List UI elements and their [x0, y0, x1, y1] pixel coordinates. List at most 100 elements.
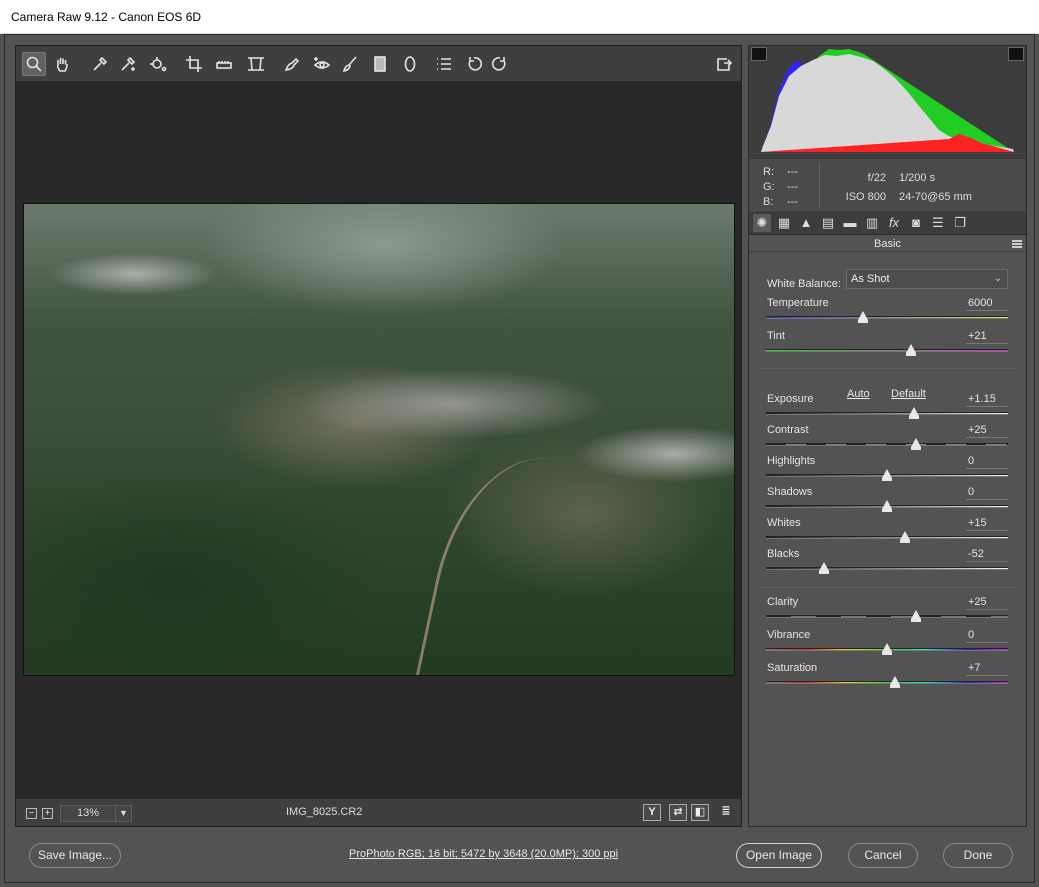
saturation-value[interactable]: +7: [966, 662, 1008, 676]
camera-calibration-icon[interactable]: ◙: [907, 214, 925, 232]
saturation-slider-thumb[interactable]: [890, 676, 901, 688]
graduated-filter-icon[interactable]: [368, 52, 392, 76]
transform-icon[interactable]: [244, 52, 268, 76]
g-label: G:: [763, 181, 775, 193]
b-value: ---: [787, 196, 798, 208]
preview-status-bar: − + 13% ▼ IMG_8025.CR2 Y ⇄ ◧ ≣: [16, 798, 741, 826]
zoom-in-button[interactable]: +: [42, 808, 53, 819]
white-balance-label: White Balance:: [767, 278, 841, 290]
clarity-slider-thumb[interactable]: [911, 610, 922, 622]
divider: [759, 368, 1017, 369]
vibrance-slider-thumb[interactable]: [882, 643, 892, 655]
clarity-label: Clarity: [767, 596, 799, 608]
temperature-slider[interactable]: [766, 316, 1008, 319]
g-value: ---: [787, 181, 798, 193]
open-image-button[interactable]: Open Image: [736, 843, 822, 868]
histogram: [749, 46, 1026, 158]
panel-menu-icon[interactable]: [1012, 240, 1022, 248]
crop-icon[interactable]: [182, 52, 206, 76]
histogram-graph: [761, 49, 1014, 152]
image-content: [415, 441, 613, 675]
panel-title: Basic: [749, 236, 1026, 252]
clarity-slider[interactable]: [766, 615, 1008, 618]
whites-value[interactable]: +15: [966, 517, 1008, 531]
chevron-down-icon: ⌄: [993, 273, 1002, 284]
default-link[interactable]: Default: [891, 388, 926, 400]
contrast-slider[interactable]: [766, 443, 1008, 446]
shadows-slider-thumb[interactable]: [882, 500, 892, 512]
white-balance-select[interactable]: As Shot ⌄: [846, 269, 1008, 289]
window-title: Camera Raw 9.12 - Canon EOS 6D: [0, 0, 1039, 34]
cancel-button[interactable]: Cancel: [848, 843, 918, 868]
saturation-label: Saturation: [767, 662, 818, 674]
straighten-icon[interactable]: [212, 52, 236, 76]
temperature-value[interactable]: 6000: [966, 297, 1008, 311]
adjustments-panel: R: --- G: --- B: --- f/22 ISO 800 1/200 s 2…: [748, 45, 1027, 827]
zoom-out-button[interactable]: −: [26, 808, 37, 819]
temperature-slider-thumb[interactable]: [857, 311, 868, 323]
fullscreen-icon[interactable]: [712, 52, 736, 76]
highlights-value[interactable]: 0: [966, 455, 1008, 469]
zoom-level-select[interactable]: 13% ▼: [60, 805, 132, 822]
blacks-label: Blacks: [767, 548, 800, 560]
exposure-slider-thumb[interactable]: [908, 407, 919, 419]
target-adjust-icon[interactable]: [146, 52, 170, 76]
blacks-value[interactable]: -52: [966, 548, 1008, 562]
exposure-label: Exposure: [767, 393, 814, 405]
highlights-label: Highlights: [767, 455, 816, 467]
snapshots-icon[interactable]: ❐: [951, 214, 969, 232]
copy-settings-button[interactable]: ◧: [691, 804, 709, 821]
hand-icon[interactable]: [50, 52, 74, 76]
saturation-slider[interactable]: [766, 681, 1008, 684]
rotate-left-icon[interactable]: [462, 52, 486, 76]
highlights-slider-thumb[interactable]: [882, 469, 892, 481]
before-after-view-button[interactable]: Y: [643, 804, 661, 821]
whites-slider-thumb[interactable]: [900, 531, 911, 543]
whites-slider[interactable]: [766, 536, 1008, 539]
eyedropper-icon[interactable]: [88, 52, 112, 76]
presets-icon[interactable]: ☰: [929, 214, 947, 232]
workflow-options-link[interactable]: ProPhoto RGB; 16 bit; 5472 by 3648 (20.0…: [349, 848, 618, 860]
auto-link[interactable]: Auto: [847, 388, 870, 400]
toggle-settings-button[interactable]: ≣: [717, 804, 735, 821]
contrast-slider-thumb[interactable]: [911, 438, 922, 450]
exposure-slider[interactable]: [766, 412, 1008, 415]
swap-settings-button[interactable]: ⇄: [669, 804, 687, 821]
blacks-slider[interactable]: [766, 567, 1008, 570]
detail-icon[interactable]: ▲: [797, 214, 815, 232]
whites-label: Whites: [767, 517, 801, 529]
iso-value: ISO 800: [845, 191, 886, 203]
clarity-value[interactable]: +25: [966, 596, 1008, 610]
aperture-value: f/22: [867, 172, 886, 184]
rotate-right-icon[interactable]: [488, 52, 512, 76]
tint-value[interactable]: +21: [966, 330, 1008, 344]
basic-icon[interactable]: ✺: [753, 214, 771, 232]
lens-corrections-icon[interactable]: ▥: [863, 214, 881, 232]
zoom-icon[interactable]: [22, 52, 46, 76]
blacks-slider-thumb[interactable]: [819, 562, 830, 574]
tint-label: Tint: [767, 330, 785, 342]
radial-filter-icon[interactable]: [398, 52, 422, 76]
contrast-value[interactable]: +25: [966, 424, 1008, 438]
tint-slider-thumb[interactable]: [906, 344, 917, 356]
red-eye-icon[interactable]: [310, 52, 334, 76]
effects-icon[interactable]: fx: [885, 214, 903, 232]
file-name: IMG_8025.CR2: [286, 806, 363, 818]
hsl-icon[interactable]: ▤: [819, 214, 837, 232]
exposure-value[interactable]: +1.15: [966, 393, 1008, 407]
done-button[interactable]: Done: [943, 843, 1013, 868]
camera-raw-dialog: − + 13% ▼ IMG_8025.CR2 Y ⇄ ◧ ≣ R: --- G:…: [4, 34, 1035, 883]
save-image-button[interactable]: Save Image...: [29, 843, 121, 868]
vibrance-value[interactable]: 0: [966, 629, 1008, 643]
tone-curve-icon[interactable]: ▦: [775, 214, 793, 232]
shadows-value[interactable]: 0: [966, 486, 1008, 500]
tool-bar: [16, 46, 741, 82]
preferences-icon[interactable]: [432, 52, 456, 76]
color-sampler-icon[interactable]: [116, 52, 140, 76]
image-preview[interactable]: [23, 203, 735, 676]
spot-removal-icon[interactable]: [280, 52, 304, 76]
tint-slider[interactable]: [766, 349, 1008, 352]
adjustment-brush-icon[interactable]: [338, 52, 362, 76]
split-toning-icon[interactable]: ▬: [841, 214, 859, 232]
shadows-label: Shadows: [767, 486, 813, 498]
